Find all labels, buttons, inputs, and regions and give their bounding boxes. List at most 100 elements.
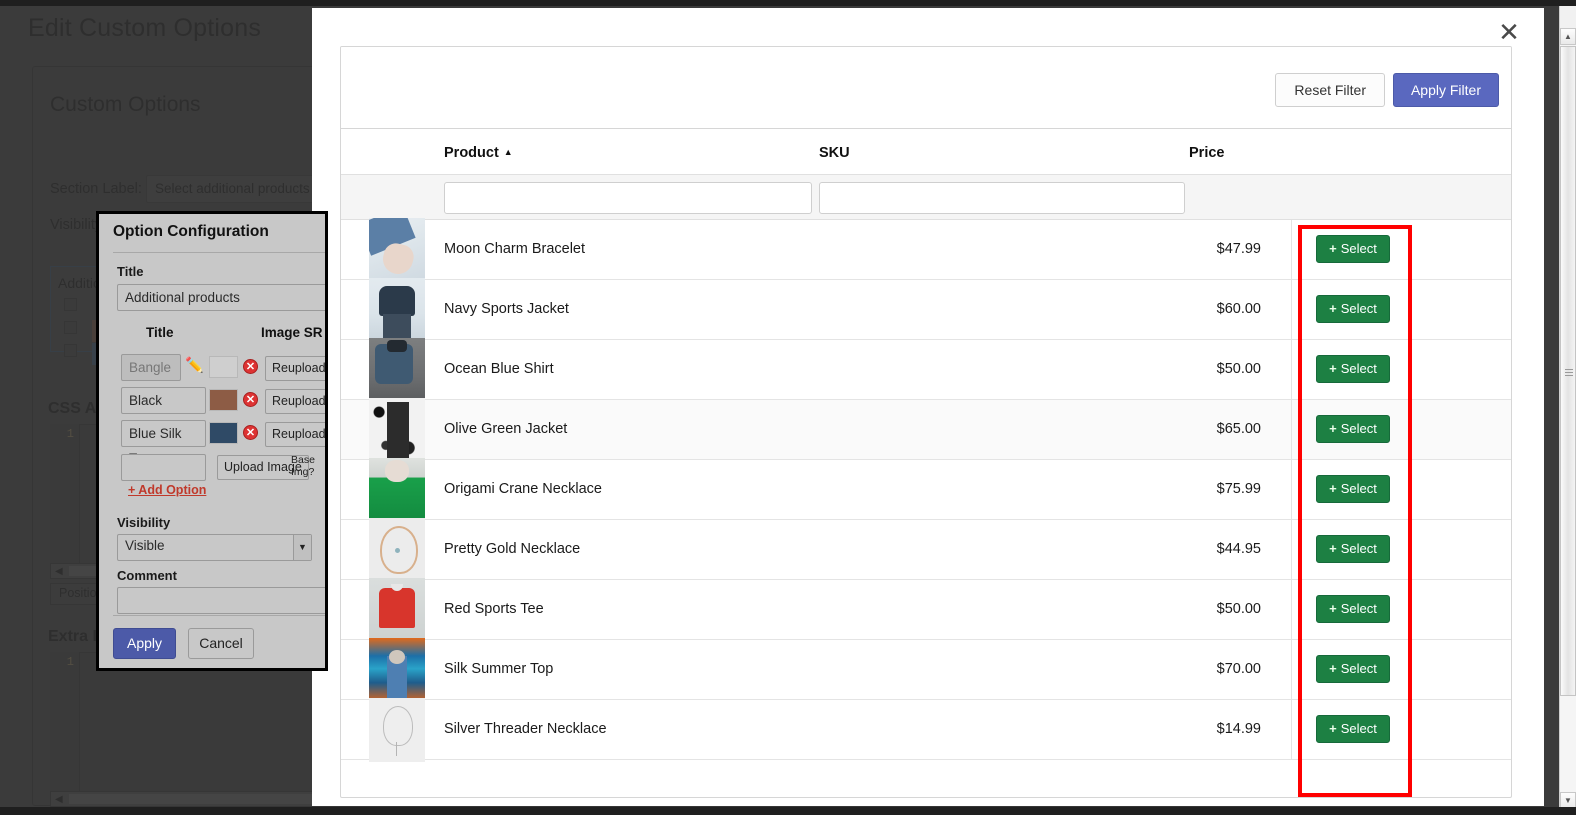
reupload-button[interactable]: Reupload <box>265 422 325 447</box>
product-name: Ocean Blue Shirt <box>444 361 554 377</box>
product-thumbnail <box>369 458 425 522</box>
title-field-label: Title <box>117 264 144 279</box>
page-title: Edit Custom Options <box>28 14 262 42</box>
title-field[interactable]: Additional products <box>117 284 325 311</box>
cell-divider <box>1291 400 1292 460</box>
product-price: $14.99 <box>1216 721 1261 737</box>
product-name: Red Sports Tee <box>444 601 544 617</box>
reupload-button[interactable]: Reupload <box>265 356 325 381</box>
option-title-input[interactable]: Blue Silk Tuxe <box>121 420 206 466</box>
column-header-title: Title <box>146 325 174 340</box>
page-scrollbar[interactable]: ▲ ▼ <box>1559 0 1576 815</box>
visibility-label: Visibility <box>117 515 171 530</box>
scroll-up-arrow-icon[interactable]: ▲ <box>1560 28 1576 45</box>
product-thumbnail <box>369 638 425 702</box>
cell-divider <box>1291 340 1292 400</box>
dialog-footer-divider <box>113 615 325 616</box>
cell-divider <box>1291 700 1292 760</box>
dialog-title: Option Configuration <box>113 223 269 240</box>
cancel-button[interactable]: Cancel <box>188 628 254 659</box>
add-option-link[interactable]: + Add Option <box>128 483 206 497</box>
chevron-down-icon[interactable]: ▼ <box>293 535 311 560</box>
code-gutter: 1 <box>50 652 80 792</box>
column-header-product-label: Product <box>444 145 499 161</box>
column-header-sku[interactable]: SKU <box>819 145 850 161</box>
cell-divider <box>1291 640 1292 700</box>
scrollbar-grip-icon <box>1565 369 1573 376</box>
window-top-chrome <box>0 0 1576 6</box>
sku-filter-input[interactable] <box>819 182 1185 214</box>
product-name: Navy Sports Jacket <box>444 301 569 317</box>
product-price: $75.99 <box>1216 481 1261 497</box>
comment-field[interactable] <box>117 587 325 614</box>
product-thumbnail <box>369 398 425 462</box>
sort-asc-icon: ▲ <box>503 147 513 157</box>
close-icon[interactable]: ✕ <box>1498 19 1520 45</box>
cell-divider <box>1291 460 1292 520</box>
section-label-caption: Section Label: <box>50 181 142 197</box>
apply-filter-button[interactable]: Apply Filter <box>1392 73 1499 107</box>
cell-divider <box>1291 280 1292 340</box>
extra-heading: Extra I <box>48 628 97 645</box>
visibility-select-value: Visible <box>125 538 165 553</box>
product-price: $47.99 <box>1216 241 1261 257</box>
option-title-input[interactable]: Black Leather <box>121 387 206 433</box>
option-checkbox[interactable] <box>64 298 77 311</box>
visibility-select[interactable]: Visible ▼ <box>117 534 312 561</box>
column-header-product[interactable]: Product ▲ <box>444 145 513 161</box>
product-name: Moon Charm Bracelet <box>444 241 586 257</box>
scrollbar-thumb[interactable] <box>1560 46 1576 696</box>
option-image-thumbnail[interactable] <box>209 422 238 444</box>
base-image-label-line2: Img? <box>291 466 315 478</box>
column-header-image-src: Image SR <box>261 325 323 340</box>
delete-circle-icon[interactable]: ✕ <box>243 392 258 407</box>
option-checkbox[interactable] <box>64 321 77 334</box>
product-name: Olive Green Jacket <box>444 421 568 437</box>
option-image-thumbnail[interactable] <box>209 356 238 378</box>
table-filter-row <box>341 174 1511 220</box>
reupload-button[interactable]: Reupload <box>265 389 325 414</box>
product-price: $50.00 <box>1216 601 1261 617</box>
delete-circle-icon[interactable]: ✕ <box>243 359 258 374</box>
product-price: $60.00 <box>1216 301 1261 317</box>
reset-filter-button[interactable]: Reset Filter <box>1275 73 1385 107</box>
custom-options-heading: Custom Options <box>50 93 201 116</box>
product-price: $50.00 <box>1216 361 1261 377</box>
option-configuration-dialog: Option Configuration Title Additional pr… <box>96 211 328 671</box>
product-price: $65.00 <box>1216 421 1261 437</box>
option-title-input[interactable]: Bangle Br <box>121 354 181 400</box>
cell-divider <box>1291 520 1292 580</box>
dialog-divider <box>113 252 325 253</box>
pencil-icon[interactable]: ✏️ <box>185 356 204 374</box>
product-name: Pretty Gold Necklace <box>444 541 581 557</box>
delete-circle-icon[interactable]: ✕ <box>243 425 258 440</box>
product-name: Origami Crane Necklace <box>444 481 602 497</box>
product-thumbnail <box>369 698 425 762</box>
base-image-label-line1: Base <box>291 454 315 466</box>
code-gutter: 1 <box>50 424 80 564</box>
product-thumbnail <box>369 518 425 582</box>
cell-divider <box>1291 220 1292 280</box>
apply-button[interactable]: Apply <box>113 628 176 659</box>
product-filter-input[interactable] <box>444 182 812 214</box>
product-thumbnail <box>369 578 425 642</box>
window-bottom-chrome <box>0 807 1576 815</box>
product-price: $70.00 <box>1216 661 1261 677</box>
product-thumbnail <box>369 278 425 342</box>
product-thumbnail <box>369 218 425 282</box>
cell-divider <box>1291 580 1292 640</box>
table-header-row: Product ▲ SKU Price <box>341 129 1511 174</box>
column-header-price[interactable]: Price <box>1189 145 1224 161</box>
product-price: $44.95 <box>1216 541 1261 557</box>
product-name: Silk Summer Top <box>444 661 554 677</box>
select-column-annotation-box <box>1298 225 1412 797</box>
scroll-left-icon[interactable]: ◀ <box>55 794 63 805</box>
product-name: Silver Threader Necklace <box>444 721 607 737</box>
option-image-thumbnail[interactable] <box>209 389 238 411</box>
new-option-title-input[interactable] <box>121 454 206 481</box>
comment-label: Comment <box>117 568 177 583</box>
product-thumbnail <box>369 338 425 402</box>
option-checkbox[interactable] <box>64 344 77 357</box>
filter-toolbar: Reset Filter Apply Filter <box>341 47 1511 129</box>
scroll-left-icon[interactable]: ◀ <box>55 566 63 577</box>
